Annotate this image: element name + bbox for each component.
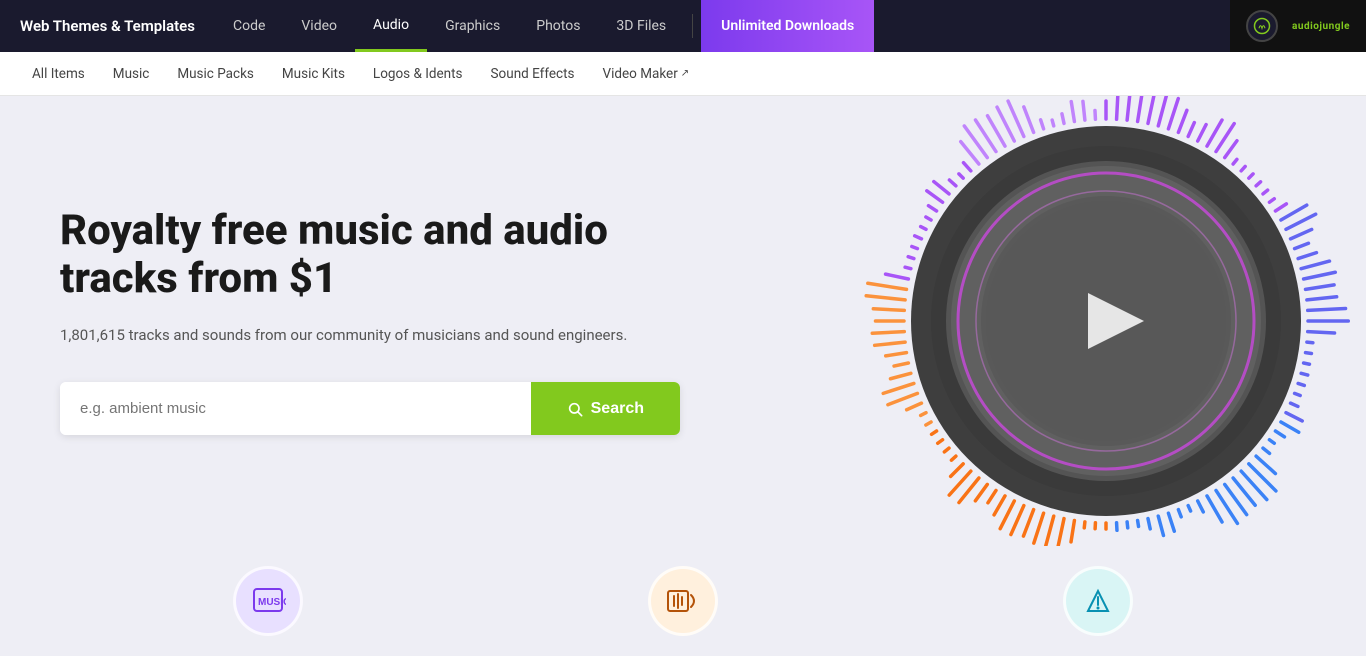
search-icon: [567, 401, 583, 417]
top-navigation: Web Themes & Templates Code Video Audio …: [0, 0, 1366, 52]
nav-link-graphics[interactable]: Graphics: [427, 0, 518, 52]
nav-link-code[interactable]: Code: [215, 0, 283, 52]
categories-section: MUSIC: [0, 546, 1366, 656]
subnav-logos-idents[interactable]: Logos & Idents: [361, 52, 475, 95]
subnav-video-maker[interactable]: Video Maker: [591, 52, 702, 95]
category-sfx[interactable]: [475, 546, 890, 656]
aj-icon-circle: [1246, 10, 1278, 42]
nav-link-video[interactable]: Video: [283, 0, 355, 52]
sub-navigation: All Items Music Music Packs Music Kits L…: [0, 52, 1366, 96]
nav-link-audio[interactable]: Audio: [355, 0, 427, 52]
category-kits[interactable]: [891, 546, 1306, 656]
search-bar: Search: [60, 382, 680, 435]
subnav-music-packs[interactable]: Music Packs: [165, 52, 266, 95]
hero-section: Royalty free music and audio tracks from…: [0, 96, 1366, 546]
hero-title: Royalty free music and audio tracks from…: [60, 207, 680, 304]
kits-category-icon: [1063, 566, 1133, 636]
brand-logo[interactable]: Web Themes & Templates: [0, 0, 215, 52]
category-music[interactable]: MUSIC: [60, 546, 475, 656]
nav-divider: [692, 14, 693, 38]
search-button[interactable]: Search: [531, 382, 680, 435]
subnav-all-items[interactable]: All Items: [20, 52, 97, 95]
hero-subtitle: 1,801,615 tracks and sounds from our com…: [60, 324, 680, 347]
unlimited-downloads-link[interactable]: Unlimited Downloads: [701, 0, 874, 52]
audiojungle-logo[interactable]: audiojungle: [1230, 0, 1366, 52]
svg-text:MUSIC: MUSIC: [258, 597, 286, 608]
subnav-sound-effects[interactable]: Sound Effects: [479, 52, 587, 95]
hero-visual: [826, 96, 1366, 546]
hero-content: Royalty free music and audio tracks from…: [60, 207, 680, 435]
nav-links-group: Code Video Audio Graphics Photos 3D File…: [215, 0, 684, 52]
audiojungle-text: audiojungle: [1292, 21, 1350, 32]
nav-link-photos[interactable]: Photos: [518, 0, 598, 52]
subnav-music[interactable]: Music: [101, 52, 162, 95]
sfx-category-icon: [648, 566, 718, 636]
subnav-music-kits[interactable]: Music Kits: [270, 52, 357, 95]
search-input[interactable]: [60, 382, 531, 435]
music-category-icon: MUSIC: [233, 566, 303, 636]
search-button-label: Search: [591, 400, 644, 418]
nav-link-3d[interactable]: 3D Files: [598, 0, 684, 52]
